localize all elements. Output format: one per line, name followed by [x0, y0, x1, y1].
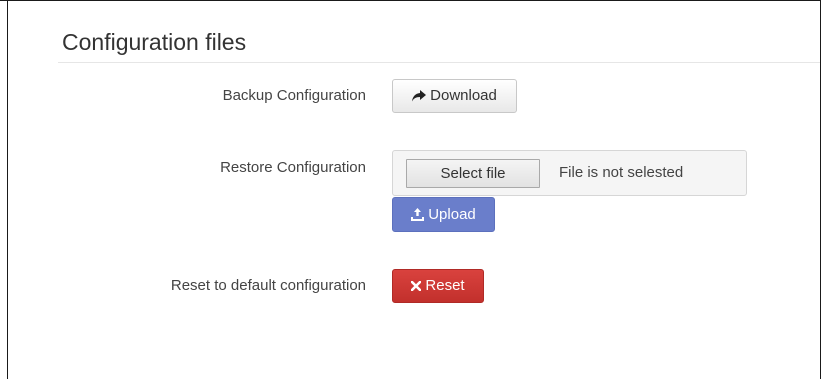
title-divider: [58, 62, 820, 63]
file-input-group: Select file File is not selested: [392, 150, 747, 196]
reset-button[interactable]: Reset: [392, 269, 484, 303]
backup-configuration-label: Backup Configuration: [222, 87, 366, 104]
reset-configuration-label: Reset to default configuration: [170, 277, 366, 294]
upload-icon: [411, 208, 425, 221]
close-x-icon: [411, 281, 422, 291]
select-file-button[interactable]: Select file: [406, 159, 540, 188]
download-button-label: Download: [430, 87, 497, 104]
upload-button-label: Upload: [428, 205, 476, 223]
share-arrow-icon: [412, 90, 427, 102]
upload-button[interactable]: Upload: [392, 197, 495, 232]
left-border: [7, 0, 8, 379]
download-button[interactable]: Download: [392, 79, 517, 113]
panel-title: Configuration files: [62, 29, 247, 55]
file-status-text: File is not selested: [559, 164, 684, 181]
restore-configuration-label: Restore Configuration: [220, 159, 366, 176]
reset-button-label: Reset: [425, 277, 465, 294]
